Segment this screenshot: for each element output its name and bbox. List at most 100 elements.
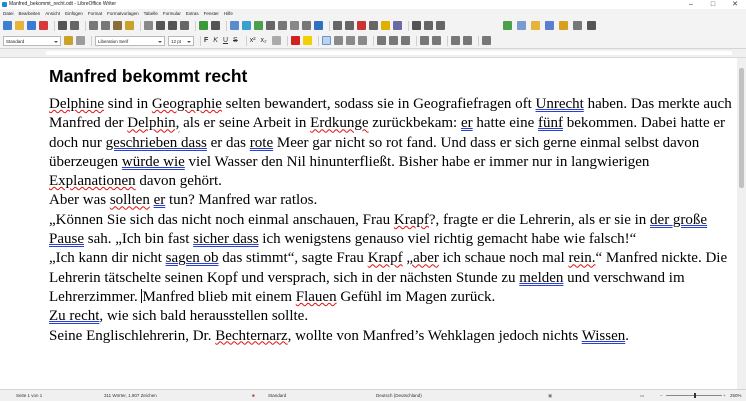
insert-image-icon[interactable]	[242, 21, 251, 30]
numbered-list-icon[interactable]	[388, 36, 398, 45]
insert-page-break-icon[interactable]	[278, 21, 287, 30]
bullet-list-icon[interactable]	[376, 36, 386, 45]
page-count[interactable]: Seite 1 von 1	[16, 390, 42, 402]
sidebar-icon[interactable]	[587, 21, 596, 30]
page-style[interactable]: Standard	[268, 390, 286, 402]
image-icon[interactable]	[545, 21, 554, 30]
undo-icon[interactable]	[156, 21, 165, 30]
menu-item-6[interactable]: Tabelle	[144, 9, 158, 18]
paragraph[interactable]: Seine Englischlehrerin, Dr. Bechternarz,…	[49, 327, 734, 346]
gallery-icon[interactable]	[531, 21, 540, 30]
single-page-view-icon[interactable]: ▭	[640, 390, 644, 402]
paragraph[interactable]: Zu recht, wie sich bald herausstellen so…	[49, 307, 734, 326]
print-icon[interactable]	[58, 21, 67, 30]
subscript-button[interactable]: x₂	[261, 36, 267, 46]
label-icon[interactable]	[559, 21, 568, 30]
paragraph[interactable]: „Können Sie sich das nicht noch einmal a…	[49, 211, 734, 250]
menu-item-2[interactable]: Ansicht	[45, 9, 60, 18]
decrease-indent-icon[interactable]	[431, 36, 441, 45]
zoom-in-icon[interactable]: +	[723, 390, 726, 402]
update-style-icon[interactable]	[64, 36, 73, 45]
hyperlink-icon[interactable]	[314, 21, 323, 30]
horizontal-ruler[interactable]	[0, 49, 746, 58]
styles-icon[interactable]	[517, 21, 526, 30]
line-spacing-icon[interactable]	[450, 36, 460, 45]
export-pdf-icon[interactable]	[39, 21, 48, 30]
new-style-icon[interactable]	[76, 36, 85, 45]
draw-functions-icon[interactable]	[436, 21, 445, 30]
cut-icon[interactable]	[89, 21, 98, 30]
formatting-marks-icon[interactable]	[211, 21, 220, 30]
document-heading[interactable]: Manfred bekommt recht	[49, 66, 247, 87]
menu-item-0[interactable]: Datei	[3, 9, 14, 18]
copy-icon[interactable]	[101, 21, 110, 30]
highlight-color-icon[interactable]	[302, 36, 312, 45]
zoom-level[interactable]: 250%	[730, 390, 742, 402]
endnote-icon[interactable]	[345, 21, 354, 30]
bold-button[interactable]: F	[204, 36, 208, 46]
insert-textbox-icon[interactable]	[266, 21, 275, 30]
menu-item-5[interactable]: Formatvorlagen	[107, 9, 139, 18]
clear-formatting-icon[interactable]	[144, 21, 153, 30]
paste-icon[interactable]	[113, 21, 122, 30]
paragraph-dialog-icon[interactable]	[481, 36, 491, 45]
font-size-select[interactable]: 12 pt	[168, 35, 194, 46]
clone-formatting-icon[interactable]	[125, 21, 134, 30]
underline-button[interactable]: U	[223, 36, 228, 46]
menu-item-7[interactable]: Formular	[163, 9, 181, 18]
insert-chart-icon[interactable]	[254, 21, 263, 30]
font-name-select[interactable]: Liberation Serif	[95, 35, 165, 46]
strikethrough-button[interactable]: S	[233, 36, 238, 46]
spelling-icon[interactable]	[199, 21, 208, 30]
comment-icon[interactable]	[381, 21, 390, 30]
navigator-icon[interactable]	[503, 21, 512, 30]
font-color-icon[interactable]	[290, 36, 300, 45]
menu-item-8[interactable]: Extras	[186, 9, 199, 18]
document-body[interactable]: Delphine sind in Geographie selten bewan…	[49, 95, 734, 346]
properties-icon[interactable]	[573, 21, 582, 30]
basic-shapes-icon[interactable]	[424, 21, 433, 30]
word-count[interactable]: 311 Wörter, 1.907 Zeichen	[104, 390, 157, 402]
cross-reference-icon[interactable]	[369, 21, 378, 30]
vertical-scrollbar[interactable]	[737, 58, 746, 389]
maximize-button[interactable]: □	[702, 0, 724, 9]
zoom-out-icon[interactable]: −	[660, 390, 663, 402]
new-icon[interactable]	[3, 21, 12, 30]
find-replace-icon[interactable]	[180, 21, 189, 30]
zoom-slider-handle[interactable]	[694, 393, 696, 398]
menu-item-1[interactable]: Bearbeiten	[19, 9, 41, 18]
justify-icon[interactable]	[357, 36, 367, 45]
menu-item-10[interactable]: Hilfe	[224, 9, 233, 18]
menu-item-9[interactable]: Fenster	[204, 9, 219, 18]
align-right-icon[interactable]	[345, 36, 355, 45]
close-button[interactable]: ✕	[724, 0, 746, 9]
open-icon[interactable]	[15, 21, 24, 30]
menu-item-3[interactable]: Einfügen	[65, 9, 83, 18]
superscript-button[interactable]: x²	[250, 36, 256, 46]
paragraph[interactable]: Aber was sollten er tun? Manfred war rat…	[49, 191, 734, 210]
outline-list-icon[interactable]	[400, 36, 410, 45]
track-changes-icon[interactable]	[393, 21, 402, 30]
print-preview-icon[interactable]	[70, 21, 79, 30]
italic-button[interactable]: K	[213, 36, 218, 46]
insert-field-icon[interactable]	[290, 21, 299, 30]
paragraph[interactable]: „Ich kann dir nicht sagen ob das stimmt“…	[49, 249, 734, 307]
document-language[interactable]: Deutsch (Deutschland)	[376, 390, 422, 402]
scrollbar-thumb[interactable]	[739, 68, 744, 188]
align-left-icon[interactable]	[321, 36, 331, 45]
redo-icon[interactable]	[168, 21, 177, 30]
paragraph-style-select[interactable]: Standard	[3, 35, 61, 46]
paragraph[interactable]: Delphine sind in Geographie selten bewan…	[49, 95, 734, 191]
document-area[interactable]: Manfred bekommt recht Delphine sind in G…	[0, 58, 737, 389]
align-center-icon[interactable]	[333, 36, 343, 45]
insert-table-icon[interactable]	[230, 21, 239, 30]
insert-line-icon[interactable]	[412, 21, 421, 30]
paragraph-spacing-icon[interactable]	[462, 36, 472, 45]
save-icon[interactable]	[27, 21, 36, 30]
minimize-button[interactable]: –	[680, 0, 702, 9]
clear-direct-formatting-icon[interactable]	[271, 36, 281, 45]
menu-item-4[interactable]: Format	[88, 9, 102, 18]
increase-indent-icon[interactable]	[419, 36, 429, 45]
bookmark-icon[interactable]	[357, 21, 366, 30]
footnote-icon[interactable]	[333, 21, 342, 30]
